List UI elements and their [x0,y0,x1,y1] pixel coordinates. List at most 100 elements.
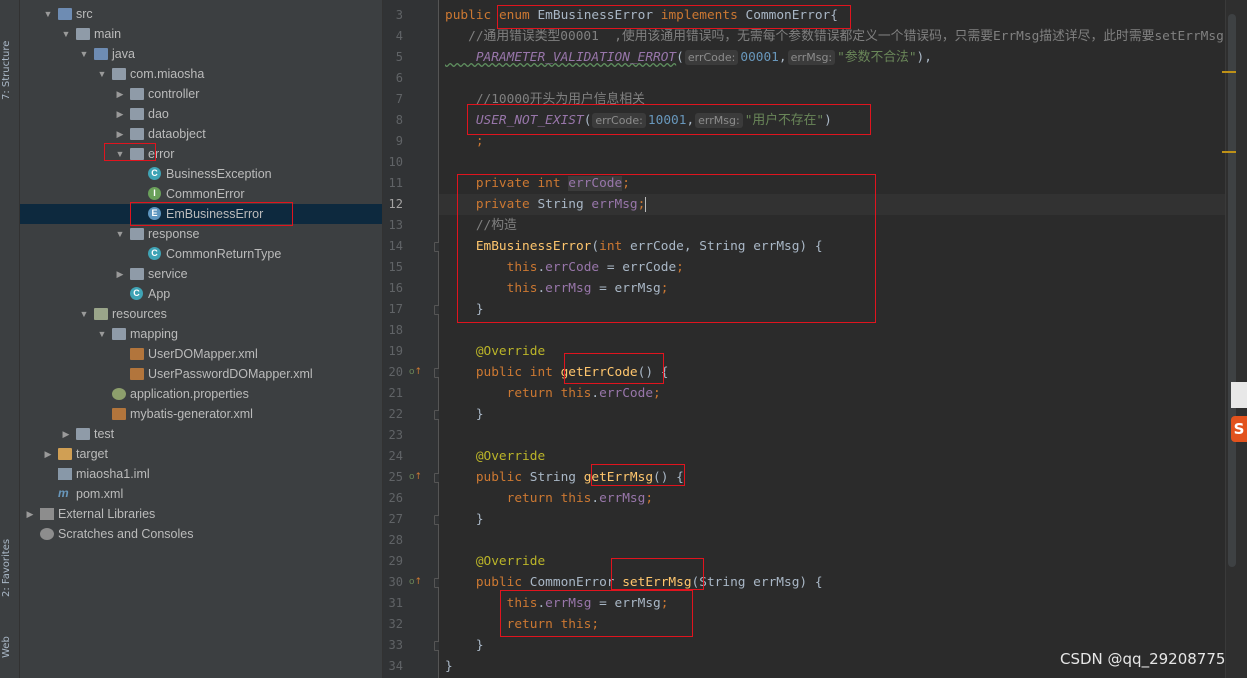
tree-item[interactable]: I CommonError [20,184,382,204]
code-token: setErrMsg [622,575,692,590]
tree-item-label: miaosha1.iml [76,467,150,481]
editor-scrollbar-thumb[interactable] [1228,14,1236,567]
tree-item[interactable]: mybatis-generator.xml [20,404,382,424]
expand-arrow-down-icon[interactable]: ▼ [42,8,54,20]
code-line[interactable]: this.errMsg = errMsg; [445,278,669,299]
tree-item[interactable]: m pom.xml [20,484,382,504]
expand-arrow-down-icon[interactable]: ▼ [96,68,108,80]
code-line[interactable]: } [445,509,484,530]
expand-arrow-right-icon[interactable]: ▶ [114,128,126,140]
tree-item[interactable]: ▶ dao [20,104,382,124]
floating-widget[interactable] [1231,382,1247,408]
line-number: 4 [395,29,403,43]
code-line[interactable]: @Override [445,341,545,362]
code-line[interactable]: return this; [445,614,599,635]
tree-item[interactable]: ▶ External Libraries [20,504,382,524]
tree-item-label: response [148,227,200,241]
tree-item[interactable]: C CommonReturnType [20,244,382,264]
code-line[interactable]: ; [445,131,484,152]
code-editor[interactable]: public enum EmBusinessError implements C… [439,0,1225,678]
tree-item[interactable]: miaosha1.iml [20,464,382,484]
override-gutter-icon[interactable]: o↑ [409,572,422,593]
tree-item[interactable]: UserPasswordDOMapper.xml [20,364,382,384]
tree-item[interactable]: ▼ resources [20,304,382,324]
tree-item[interactable]: ▼ response [20,224,382,244]
tree-item[interactable]: ▼ src [20,4,382,24]
tool-tab-structure[interactable]: 7: Structure [1,30,18,110]
code-token: () { [637,365,669,380]
code-token: } [445,638,484,653]
left-tool-strip: 7: Structure 2: Favorites Web [0,0,20,678]
tree-item[interactable]: ▼ java [20,44,382,64]
expand-arrow-down-icon[interactable]: ▼ [60,28,72,40]
code-token: , [778,50,787,65]
line-number: 6 [395,71,403,85]
tree-item[interactable]: C App [20,284,382,304]
code-line[interactable]: public enum EmBusinessError implements C… [445,5,838,26]
warning-marker[interactable] [1222,71,1236,73]
code-line[interactable]: this.errCode = errCode; [445,257,684,278]
code-line[interactable]: private int errCode; [445,173,630,194]
tree-item[interactable]: ▶ service [20,264,382,284]
code-line[interactable]: @Override [445,446,545,467]
code-line[interactable]: //构造 [445,215,517,236]
warning-marker[interactable] [1222,151,1236,153]
tree-item[interactable]: ▼ error [20,144,382,164]
tree-item[interactable]: ▶ controller [20,84,382,104]
tree-item[interactable]: ▶ test [20,424,382,444]
tree-item[interactable]: ▼ main [20,24,382,44]
tree-item[interactable]: ▶ dataobject [20,124,382,144]
tree-item-label: EmBusinessError [166,207,264,221]
code-line[interactable]: return this.errMsg; [445,488,653,509]
expand-arrow-down-icon[interactable]: ▼ [114,228,126,240]
code-token: ; [645,491,654,506]
code-line[interactable]: public String getErrMsg() { [445,467,684,488]
tree-item[interactable]: ▼ com.miaosha [20,64,382,84]
code-line[interactable]: public int getErrCode() { [445,362,669,383]
code-token: ; [445,134,484,149]
code-line[interactable]: private String errMsg; [445,194,647,215]
tree-item[interactable]: ▶ target [20,444,382,464]
expand-arrow-right-icon[interactable]: ▶ [114,268,126,280]
tool-tab-favorites[interactable]: 2: Favorites [1,528,18,608]
expand-arrow-down-icon[interactable]: ▼ [78,308,90,320]
tree-item[interactable]: ▼ mapping [20,324,382,344]
code-line[interactable]: //通用错误类型00001 ,使用该通用错误吗，无需每个参数错误都定义一个错误码… [445,26,1224,47]
code-token: int [537,176,569,191]
tree-item-label: controller [148,87,200,101]
code-token: //10000开头为用户信息相关 [445,92,645,107]
code-line[interactable]: return this.errCode; [445,383,661,404]
scratches-icon [40,528,54,540]
code-line[interactable]: this.errMsg = errMsg; [445,593,669,614]
expand-arrow-right-icon[interactable]: ▶ [114,108,126,120]
code-line[interactable]: public CommonError setErrMsg(String errM… [445,572,823,593]
floating-logo-icon[interactable]: S [1231,416,1247,442]
line-number: 7 [395,92,403,106]
expand-arrow-down-icon[interactable]: ▼ [114,148,126,160]
tool-tab-web[interactable]: Web [1,625,18,670]
code-line[interactable]: } [445,635,484,656]
tree-item[interactable]: E EmBusinessError [20,204,382,224]
expand-arrow-right-icon[interactable]: ▶ [114,88,126,100]
code-line[interactable]: //10000开头为用户信息相关 [445,89,645,110]
override-gutter-icon[interactable]: o↑ [409,467,422,488]
line-number: 8 [395,113,403,127]
code-line[interactable]: @Override [445,551,545,572]
expand-arrow-down-icon[interactable]: ▼ [96,328,108,340]
tree-item[interactable]: application.properties [20,384,382,404]
code-line[interactable]: EmBusinessError(int errCode, String errM… [445,236,823,257]
line-number: 22 [388,407,403,421]
expand-arrow-right-icon[interactable]: ▶ [60,428,72,440]
tree-item[interactable]: UserDOMapper.xml [20,344,382,364]
code-line[interactable]: PARAMETER_VALIDATION_ERROT(errCode: 00001… [445,47,932,68]
code-line[interactable]: } [445,404,484,425]
code-line[interactable]: } [445,656,453,677]
tree-item[interactable]: Scratches and Consoles [20,524,382,544]
tree-item[interactable]: C BusinessException [20,164,382,184]
code-line[interactable]: USER_NOT_EXIST(errCode: 10001, errMsg: "用户不… [445,110,832,131]
expand-arrow-down-icon[interactable]: ▼ [78,48,90,60]
override-gutter-icon[interactable]: o↑ [409,362,422,383]
code-line[interactable]: } [445,299,484,320]
expand-arrow-right-icon[interactable]: ▶ [42,448,54,460]
expand-arrow-right-icon[interactable]: ▶ [24,508,36,520]
